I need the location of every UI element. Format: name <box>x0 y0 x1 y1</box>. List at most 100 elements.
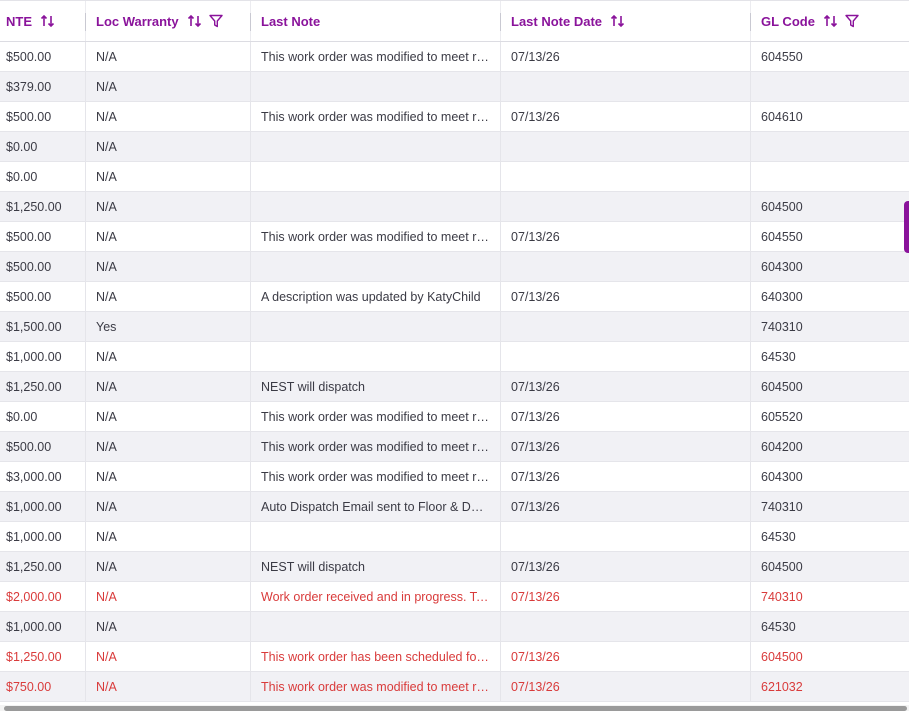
cell-last-note: This work order was modified to meet req… <box>251 402 501 431</box>
table-row[interactable]: $1,000.00 N/A 64530 <box>0 522 909 552</box>
column-header-last-note[interactable]: Last Note <box>251 1 501 41</box>
table-row[interactable]: $0.00 N/A This work order was modified to … <box>0 402 909 432</box>
cell-nte-text: $500.00 <box>6 439 52 454</box>
cell-last-note <box>251 612 501 641</box>
cell-nte: $0.00 <box>0 162 86 191</box>
cell-nte-text: $1,250.00 <box>6 199 62 214</box>
table-row[interactable]: $1,250.00 N/A 604500 <box>0 192 909 222</box>
cell-gl-code-text: 604550 <box>761 229 803 244</box>
cell-loc-warranty: N/A <box>86 222 251 251</box>
table-row[interactable]: $1,000.00 N/A 64530 <box>0 342 909 372</box>
cell-nte: $500.00 <box>0 102 86 131</box>
cell-nte-text: $1,000.00 <box>6 619 62 634</box>
cell-gl-code-text: 604200 <box>761 439 803 454</box>
filter-funnel-icon[interactable] <box>208 14 223 28</box>
sort-arrows-icon[interactable] <box>187 13 203 29</box>
cell-nte: $1,000.00 <box>0 342 86 371</box>
cell-nte-text: $3,000.00 <box>6 469 62 484</box>
cell-last-note: Work order received and in progress. Tec… <box>251 582 501 611</box>
cell-last-note-date <box>501 522 751 551</box>
cell-gl-code-text: 604500 <box>761 649 803 664</box>
table-row[interactable]: $500.00 N/A A description was updated by K… <box>0 282 909 312</box>
cell-loc-warranty: N/A <box>86 42 251 71</box>
cell-gl-code-text: 640300 <box>761 289 803 304</box>
cell-gl-code-text: 740310 <box>761 319 803 334</box>
cell-last-note <box>251 72 501 101</box>
table-row[interactable]: $500.00 N/A This work order was modified t… <box>0 432 909 462</box>
column-header-nte[interactable]: NTE <box>0 1 86 41</box>
cell-last-note: This work order was modified to meet req… <box>251 102 501 131</box>
sort-arrows-icon[interactable] <box>40 13 56 29</box>
table-row[interactable]: $1,500.00 Yes 740310 <box>0 312 909 342</box>
table-row[interactable]: $3,000.00 N/A This work order was modified… <box>0 462 909 492</box>
side-panel-tab[interactable] <box>904 201 909 253</box>
cell-gl-code: 604550 <box>751 222 909 251</box>
table-row[interactable]: $2,000.00 N/A Work order received and in p… <box>0 582 909 612</box>
cell-loc-warranty-text: N/A <box>96 349 117 364</box>
table-row[interactable]: $500.00 N/A This work order was modified t… <box>0 222 909 252</box>
cell-loc-warranty-text: N/A <box>96 409 117 424</box>
cell-last-note: This work order was modified to meet req… <box>251 462 501 491</box>
table-row[interactable]: $0.00 N/A <box>0 162 909 192</box>
cell-last-note-date-text: 07/13/26 <box>511 49 560 64</box>
cell-nte: $379.00 <box>0 72 86 101</box>
table-row[interactable]: $1,250.00 N/A NEST will dispatch 07/13/26 60… <box>0 552 909 582</box>
cell-last-note: This work order has been scheduled for s… <box>251 642 501 671</box>
cell-loc-warranty-text: N/A <box>96 619 117 634</box>
column-header-loc-warranty[interactable]: Loc Warranty <box>86 1 251 41</box>
cell-gl-code-text: 604300 <box>761 469 803 484</box>
cell-gl-code: 604200 <box>751 432 909 461</box>
sort-arrows-icon[interactable] <box>823 13 839 29</box>
cell-last-note: Auto Dispatch Email sent to Floor & Door… <box>251 492 501 521</box>
cell-loc-warranty: N/A <box>86 492 251 521</box>
cell-last-note-date: 07/13/26 <box>501 462 751 491</box>
table-row[interactable]: $1,000.00 N/A Auto Dispatch Email sent to … <box>0 492 909 522</box>
table-row[interactable]: $1,250.00 N/A NEST will dispatch 07/13/26 60… <box>0 372 909 402</box>
table-row[interactable]: $1,000.00 N/A 64530 <box>0 612 909 642</box>
cell-loc-warranty: N/A <box>86 162 251 191</box>
cell-last-note-date-text: 07/13/26 <box>511 409 560 424</box>
work-order-grid: NTE Loc Warranty Last Note Last Note Dat… <box>0 0 909 702</box>
cell-gl-code: 604550 <box>751 42 909 71</box>
table-row[interactable]: $750.00 N/A This work order was modified t… <box>0 672 909 702</box>
cell-gl-code: 740310 <box>751 492 909 521</box>
table-row[interactable]: $500.00 N/A This work order was modified t… <box>0 42 909 72</box>
cell-gl-code-text: 740310 <box>761 589 803 604</box>
cell-nte: $1,000.00 <box>0 612 86 641</box>
cell-loc-warranty: N/A <box>86 432 251 461</box>
table-row[interactable]: $500.00 N/A This work order was modified t… <box>0 102 909 132</box>
cell-last-note: This work order was modified to meet req… <box>251 222 501 251</box>
cell-gl-code-text: 64530 <box>761 619 796 634</box>
table-row[interactable]: $379.00 N/A <box>0 72 909 102</box>
cell-last-note-text: NEST will dispatch <box>261 559 365 574</box>
scrollbar-thumb[interactable] <box>4 706 907 711</box>
cell-loc-warranty-text: N/A <box>96 649 117 664</box>
cell-nte-text: $1,250.00 <box>6 559 62 574</box>
cell-nte: $0.00 <box>0 402 86 431</box>
column-header-label: NTE <box>6 13 32 29</box>
column-header-label: GL Code <box>761 13 815 29</box>
cell-gl-code-text: 604550 <box>761 49 803 64</box>
column-header-last-note-date[interactable]: Last Note Date <box>501 1 751 41</box>
cell-last-note-date: 07/13/26 <box>501 492 751 521</box>
cell-last-note-text: This work order has been scheduled for s… <box>261 649 489 664</box>
cell-nte: $1,250.00 <box>0 642 86 671</box>
cell-gl-code: 64530 <box>751 342 909 371</box>
horizontal-scrollbar[interactable] <box>0 705 909 711</box>
filter-funnel-icon[interactable] <box>845 14 859 28</box>
cell-loc-warranty-text: N/A <box>96 199 117 214</box>
cell-last-note-text: NEST will dispatch <box>261 379 365 394</box>
table-row[interactable]: $500.00 N/A 604300 <box>0 252 909 282</box>
cell-last-note-date-text: 07/13/26 <box>511 649 560 664</box>
cell-last-note-text: Work order received and in progress. Tec… <box>261 589 489 604</box>
table-row[interactable]: $1,250.00 N/A This work order has been sch… <box>0 642 909 672</box>
column-header-gl-code[interactable]: GL Code <box>751 1 909 41</box>
cell-last-note: This work order was modified to meet req… <box>251 432 501 461</box>
cell-gl-code <box>751 162 909 191</box>
column-header-label: Last Note Date <box>511 13 603 29</box>
cell-loc-warranty: N/A <box>86 342 251 371</box>
cell-last-note-date: 07/13/26 <box>501 402 751 431</box>
sort-arrows-icon[interactable] <box>610 13 626 29</box>
table-row[interactable]: $0.00 N/A <box>0 132 909 162</box>
cell-gl-code: 605520 <box>751 402 909 431</box>
